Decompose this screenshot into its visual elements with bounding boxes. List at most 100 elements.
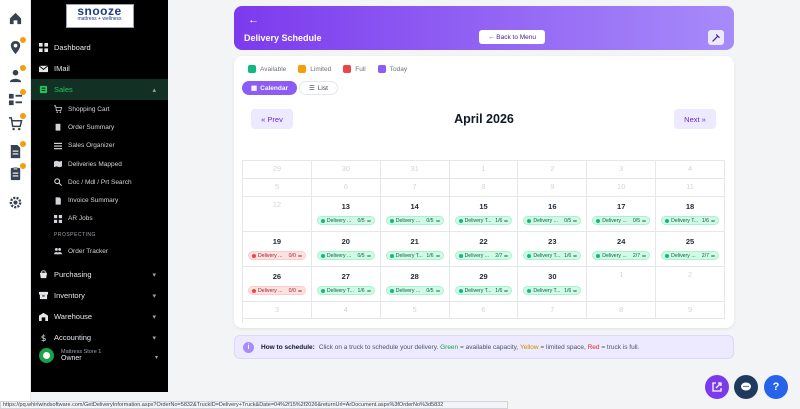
clipboard-icon[interactable] xyxy=(8,163,26,181)
user-icon[interactable] xyxy=(8,65,26,83)
calendar-day[interactable]: 3 xyxy=(243,302,312,319)
calendar-day[interactable]: 8 xyxy=(449,179,519,197)
calendar-day[interactable]: 3 xyxy=(587,161,657,179)
calendar-day[interactable]: 17 Delivery ... 0/5 xyxy=(587,197,657,232)
sidebar-item-warehouse[interactable]: Warehouse ▾ xyxy=(31,306,168,327)
truck-slot[interactable]: Delivery ... 0/5 xyxy=(316,216,375,225)
prev-month-button[interactable]: « Prev xyxy=(251,109,293,129)
sidebar-item-sales[interactable]: Sales ▴ xyxy=(31,79,168,100)
sidebar-subitem-order-summary[interactable]: Order Summary xyxy=(31,118,168,136)
calendar-day[interactable]: 13 Delivery ... 0/5 xyxy=(311,197,381,232)
sidebar-subitem-sales-organizer[interactable]: Sales Organizer xyxy=(31,137,168,155)
calendar-day[interactable]: 31 xyxy=(380,161,450,179)
calendar-day[interactable]: 8 xyxy=(587,302,657,319)
truck-slot[interactable]: Delivery T... 1/6 xyxy=(661,216,719,225)
calendar-day[interactable]: 6 xyxy=(449,302,519,319)
calendar-day[interactable]: 21 Delivery T... 1/6 xyxy=(380,232,450,267)
calendar-day[interactable]: 30 Delivery T... 1/6 xyxy=(518,267,588,302)
calendar-day[interactable]: 19 Delivery ... 0/0 xyxy=(243,232,312,267)
calendar-day[interactable]: 28 Delivery ... 0/5 xyxy=(380,267,450,302)
arrow-left-icon[interactable]: ← xyxy=(248,14,259,26)
calendar-day[interactable]: 11 xyxy=(656,179,725,197)
chevron-down-icon[interactable]: ▾ xyxy=(155,354,158,361)
calendar-day[interactable]: 9 xyxy=(656,302,725,319)
calendar-day[interactable]: 5 xyxy=(380,302,450,319)
help-label: ? xyxy=(772,381,780,393)
truck-slot[interactable]: Delivery T... 1/6 xyxy=(316,286,375,295)
tab-calendar[interactable]: ▦ Calendar xyxy=(242,81,297,95)
calendar-day[interactable]: 4 xyxy=(656,161,725,179)
user-profile[interactable]: Mattress Store 1 Owner xyxy=(39,348,101,363)
sidebar-subitem-doc-mdl-prt-search[interactable]: Doc / Mdl / Prt Search xyxy=(31,173,168,191)
chat-button[interactable] xyxy=(734,375,758,399)
truck-name: Delivery T... xyxy=(533,252,561,259)
truck-slot[interactable]: Delivery T... 1/6 xyxy=(454,216,513,225)
calendar-day[interactable]: 12 xyxy=(243,197,312,232)
users-list-icon[interactable] xyxy=(8,89,26,107)
truck-slot[interactable]: Delivery ... 2/7 xyxy=(454,251,513,260)
settings-icon[interactable] xyxy=(8,195,23,210)
calendar-day[interactable]: 26 Delivery ... 0/0 xyxy=(243,267,312,302)
truck-slot[interactable]: Delivery T... 1/6 xyxy=(523,286,582,295)
notification-badge xyxy=(20,113,26,119)
brand-logo[interactable]: snooze mattress + wellness xyxy=(65,4,134,28)
truck-slot[interactable]: Delivery ... 0/0 xyxy=(248,251,306,260)
truck-slot[interactable]: Delivery ... 2/7 xyxy=(661,251,719,260)
calendar-day[interactable]: 15 Delivery T... 1/6 xyxy=(449,197,519,232)
calendar-day[interactable]: 7 xyxy=(380,179,450,197)
truck-slot[interactable]: Delivery T... 1/6 xyxy=(454,286,513,295)
document-icon[interactable] xyxy=(8,141,26,159)
calendar-day[interactable]: 29 xyxy=(243,161,312,179)
calendar-day[interactable]: 5 xyxy=(243,179,312,197)
calendar-day[interactable]: 1 xyxy=(449,161,519,179)
tools-button[interactable] xyxy=(708,30,724,45)
tab-list[interactable]: ☰ List xyxy=(298,81,338,95)
calendar-day[interactable]: 4 xyxy=(311,302,381,319)
sidebar-subitem-deliveries-mapped[interactable]: Deliveries Mapped xyxy=(31,155,168,173)
calendar-day[interactable]: 6 xyxy=(311,179,381,197)
next-month-button[interactable]: Next » xyxy=(674,109,716,129)
external-link-button[interactable] xyxy=(705,375,729,399)
calendar-day[interactable]: 27 Delivery T... 1/6 xyxy=(311,267,381,302)
calendar-day[interactable]: 29 Delivery T... 1/6 xyxy=(449,267,519,302)
truck-slot[interactable]: Delivery ... 0/5 xyxy=(316,251,375,260)
sidebar-item-imail[interactable]: IMail xyxy=(31,58,168,79)
truck-slot[interactable]: Delivery ... 0/0 xyxy=(248,286,306,295)
calendar-day[interactable]: 1 xyxy=(587,267,657,302)
sidebar-subitem-shopping-cart[interactable]: Shopping Cart xyxy=(31,100,168,118)
calendar-day[interactable]: 25 Delivery ... 2/7 xyxy=(656,232,725,267)
calendar-day[interactable]: 7 xyxy=(518,302,588,319)
calendar-day[interactable]: 24 Delivery ... 2/7 xyxy=(587,232,657,267)
back-to-menu-button[interactable]: ← Back to Menu xyxy=(479,30,545,44)
calendar-day[interactable]: 9 xyxy=(518,179,588,197)
truck-slot[interactable]: Delivery T... 1/6 xyxy=(523,251,582,260)
sidebar-subitem-invoice-summary[interactable]: Invoice Summary xyxy=(31,191,168,209)
truck-slot[interactable]: Delivery ... 0/5 xyxy=(523,216,582,225)
help-button[interactable]: ? xyxy=(764,375,788,399)
home-icon[interactable] xyxy=(8,11,23,26)
calendar-day[interactable]: 2 xyxy=(656,267,725,302)
sidebar-item-accounting[interactable]: $ Accounting ▾ xyxy=(31,327,168,348)
cart-icon[interactable] xyxy=(8,113,26,131)
calendar-day[interactable]: 2 xyxy=(518,161,588,179)
capacity-bar-icon xyxy=(504,254,509,257)
sidebar-item-inventory[interactable]: Inventory ▾ xyxy=(31,285,168,306)
truck-slot[interactable]: Delivery T... 1/6 xyxy=(385,251,444,260)
sidebar-subitem-ar-jobs[interactable]: AR Jobs xyxy=(31,210,168,228)
truck-slot[interactable]: Delivery ... 0/5 xyxy=(385,286,444,295)
calendar-day[interactable]: 16 Delivery ... 0/5 xyxy=(518,197,588,232)
location-icon[interactable] xyxy=(8,37,26,55)
truck-slot[interactable]: Delivery ... 0/5 xyxy=(592,216,651,225)
sidebar-item-dashboard[interactable]: Dashboard xyxy=(31,37,168,58)
calendar-day[interactable]: 30 xyxy=(311,161,381,179)
calendar-day[interactable]: 23 Delivery T... 1/6 xyxy=(518,232,588,267)
calendar-day[interactable]: 10 xyxy=(587,179,657,197)
calendar-day[interactable]: 20 Delivery ... 0/5 xyxy=(311,232,381,267)
calendar-day[interactable]: 18 Delivery T... 1/6 xyxy=(656,197,725,232)
calendar-day[interactable]: 14 Delivery ... 0/5 xyxy=(380,197,450,232)
truck-slot[interactable]: Delivery ... 0/5 xyxy=(385,216,444,225)
truck-slot[interactable]: Delivery ... 2/7 xyxy=(592,251,651,260)
calendar-day[interactable]: 22 Delivery ... 2/7 xyxy=(449,232,519,267)
sidebar-subitem-order-tracker[interactable]: Order Tracker xyxy=(31,242,168,260)
sidebar-item-purchasing[interactable]: Purchasing ▾ xyxy=(31,264,168,285)
